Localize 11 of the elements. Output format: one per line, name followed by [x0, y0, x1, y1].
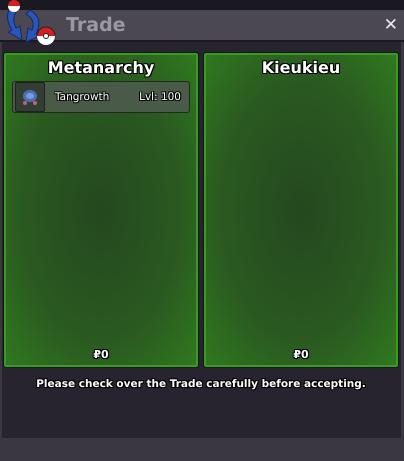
money-amount: ₽0 — [92, 348, 110, 361]
creature-icon — [20, 87, 40, 107]
money-amount: ₽0 — [292, 348, 310, 361]
pokemon-level: Lvl: 100 — [139, 91, 181, 103]
player-name: Metanarchy — [46, 58, 156, 77]
player-name: Kieukieu — [260, 58, 342, 77]
pokemon-name: Tangrowth — [55, 91, 110, 103]
close-button[interactable]: ✕ — [382, 15, 400, 35]
window-title: Trade — [66, 14, 126, 36]
trade-message: Please check over the Trade carefully before accepting. — [35, 378, 367, 390]
pokemon-slot[interactable]: Tangrowth Lvl: 100 — [12, 81, 190, 113]
